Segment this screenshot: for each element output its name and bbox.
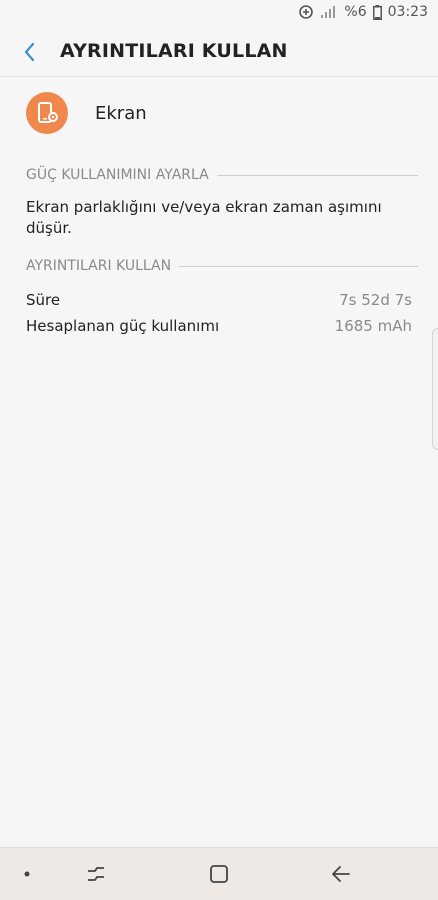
chevron-left-icon	[24, 42, 35, 62]
signal-icon	[321, 6, 336, 18]
section-details-title: AYRINTILARI KULLAN	[26, 258, 172, 274]
divider	[216, 174, 418, 176]
dot-icon	[24, 871, 30, 877]
app-icon	[26, 92, 68, 134]
detail-value: 7s 52d 7s	[339, 291, 412, 309]
home-button[interactable]	[206, 861, 232, 887]
detail-row-duration: Süre 7s 52d 7s	[26, 291, 412, 309]
battery-icon	[372, 4, 382, 20]
nav-dot-button[interactable]	[16, 861, 42, 887]
detail-label: Süre	[26, 291, 61, 309]
app-info-row[interactable]: Ekran	[0, 90, 438, 138]
page-title: AYRINTILARI KULLAN	[60, 40, 288, 62]
back-button[interactable]	[18, 39, 44, 65]
divider	[179, 265, 418, 267]
screen-settings-icon	[38, 102, 58, 123]
section-adjust-title: GÜÇ KULLANIMINI AYARLA	[26, 167, 209, 183]
detail-value: 1685 mAh	[334, 317, 412, 335]
recents-button[interactable]	[83, 861, 109, 887]
home-icon	[210, 865, 228, 883]
app-header: AYRINTILARI KULLAN	[0, 28, 438, 77]
data-saver-icon	[299, 5, 314, 19]
detail-row-power-usage: Hesaplanan güç kullanımı 1685 mAh	[26, 317, 412, 335]
battery-percent: %6	[344, 4, 367, 20]
status-bar: %6 03:23	[0, 0, 438, 28]
status-time: 03:23	[387, 4, 428, 20]
navigation-bar	[0, 847, 438, 900]
back-icon	[332, 866, 350, 882]
section-adjust-header: GÜÇ KULLANIMINI AYARLA	[26, 167, 418, 183]
section-details-header: AYRINTILARI KULLAN	[26, 258, 418, 274]
detail-label: Hesaplanan güç kullanımı	[26, 317, 220, 335]
status-icons: %6 03:23	[298, 4, 428, 20]
app-name: Ekran	[95, 103, 147, 124]
recents-icon	[88, 867, 104, 881]
edge-panel-handle[interactable]	[432, 328, 438, 450]
nav-back-button[interactable]	[328, 861, 354, 887]
adjust-description[interactable]: Ekran parlaklığını ve/veya ekran zaman a…	[26, 197, 416, 239]
